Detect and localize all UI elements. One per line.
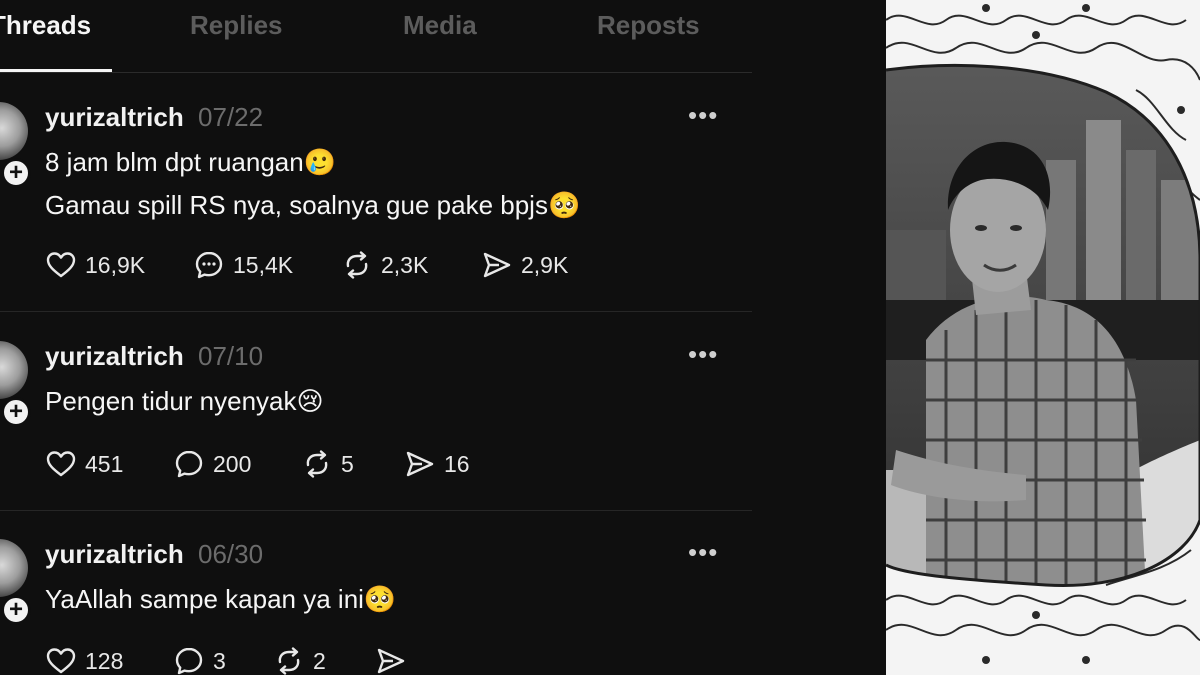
- more-options-icon[interactable]: •••: [688, 100, 718, 131]
- post-text-line: 8 jam blm dpt ruangan🥲: [45, 147, 337, 177]
- thread-post: + yurizaltrich 06/30 ••• YaAllah sampe k…: [0, 537, 752, 675]
- active-tab-indicator: [0, 69, 112, 72]
- post-date: 07/22: [198, 102, 264, 132]
- thread-post: + yurizaltrich 07/22 ••• 8 jam blm dpt r…: [0, 100, 752, 312]
- tab-media[interactable]: Media: [403, 10, 477, 41]
- share-button[interactable]: 16: [404, 448, 470, 480]
- post-username[interactable]: yurizaltrich: [45, 102, 184, 133]
- post-text-line: Gamau spill RS nya, soalnya gue pake bpj…: [45, 190, 581, 220]
- post-username[interactable]: yurizaltrich: [45, 539, 184, 570]
- repost-icon: [346, 251, 368, 279]
- share-button[interactable]: [375, 645, 415, 675]
- heart-icon: [46, 252, 76, 278]
- post-date: 07/10: [198, 341, 264, 371]
- repost-button[interactable]: 5: [301, 448, 354, 480]
- heart-icon: [46, 648, 76, 674]
- repost-icon: [306, 450, 328, 478]
- follow-plus-icon[interactable]: +: [1, 595, 31, 625]
- reply-bubble-icon: [175, 647, 203, 675]
- threads-profile-panel: Threads Replies Media Reposts + yurizalt…: [0, 0, 886, 675]
- tab-threads[interactable]: Threads: [0, 10, 91, 41]
- more-options-icon[interactable]: •••: [688, 537, 718, 568]
- memorial-portrait-image: [886, 0, 1200, 675]
- reply-count: 3: [213, 647, 226, 674]
- repost-count: 5: [341, 450, 354, 477]
- repost-count: 2: [313, 647, 326, 674]
- like-button[interactable]: 16,9K: [45, 249, 145, 281]
- send-icon: [483, 252, 511, 278]
- profile-tabs: Threads Replies Media Reposts: [0, 0, 752, 73]
- repost-button[interactable]: 2: [273, 645, 326, 675]
- like-count: 451: [85, 450, 124, 477]
- share-button[interactable]: 2,9K: [481, 249, 568, 281]
- post-username[interactable]: yurizaltrich: [45, 341, 184, 372]
- avatar[interactable]: [0, 341, 28, 399]
- thread-post: + yurizaltrich 07/10 ••• Pengen tidur ny…: [0, 339, 752, 511]
- heart-icon: [46, 451, 76, 477]
- post-text-line: YaAllah sampe kapan ya ini🥺: [45, 584, 397, 614]
- avatar[interactable]: [0, 539, 28, 597]
- send-icon: [406, 451, 434, 477]
- repost-count: 2,3K: [381, 251, 429, 278]
- follow-plus-icon[interactable]: +: [1, 397, 31, 427]
- repost-icon: [278, 647, 300, 675]
- avatar[interactable]: [0, 102, 28, 160]
- share-count: 16: [444, 450, 470, 477]
- more-options-icon[interactable]: •••: [688, 339, 718, 370]
- like-button[interactable]: 451: [45, 448, 123, 480]
- post-date: 06/30: [198, 539, 264, 569]
- reply-bubble-icon: [175, 450, 203, 478]
- post-text-line: Pengen tidur nyenyak😢: [45, 386, 324, 416]
- reply-button[interactable]: 15,4K: [193, 249, 293, 281]
- tab-replies[interactable]: Replies: [190, 10, 283, 41]
- repost-button[interactable]: 2,3K: [341, 249, 428, 281]
- like-count: 16,9K: [85, 251, 146, 278]
- reply-bubble-icon: [195, 251, 223, 279]
- share-count: 2,9K: [521, 251, 569, 278]
- like-button[interactable]: 128: [45, 645, 123, 675]
- follow-plus-icon[interactable]: +: [1, 158, 31, 188]
- reply-button[interactable]: 200: [173, 448, 251, 480]
- send-icon: [377, 648, 405, 674]
- memorial-photo-panel: [886, 0, 1200, 675]
- reply-count: 15,4K: [233, 251, 294, 278]
- like-count: 128: [85, 647, 124, 674]
- reply-button[interactable]: 3: [173, 645, 226, 675]
- reply-count: 200: [213, 450, 252, 477]
- tab-reposts[interactable]: Reposts: [597, 10, 700, 41]
